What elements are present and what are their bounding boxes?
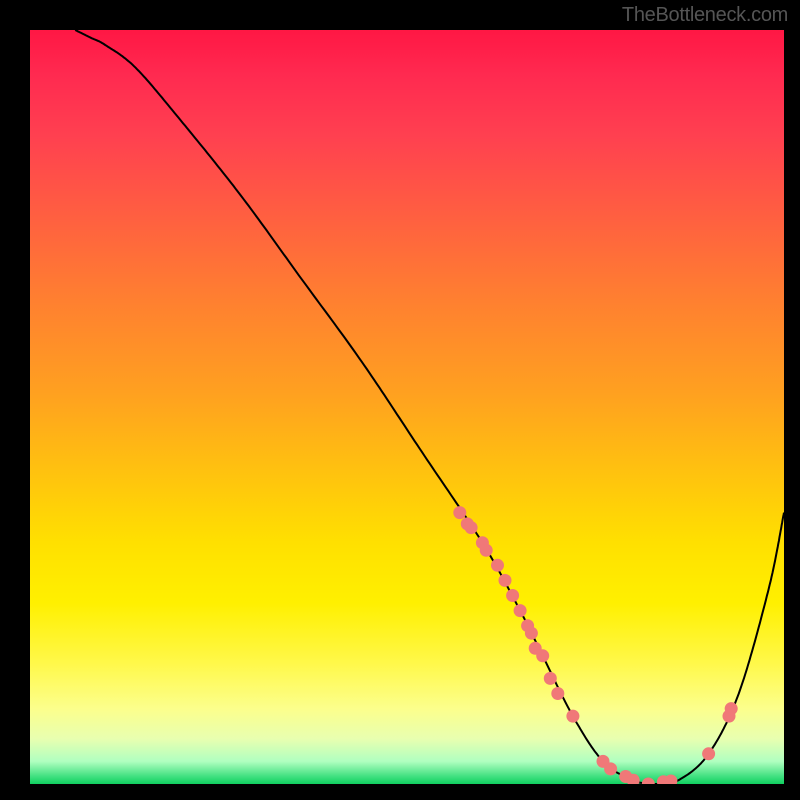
chart-plot-area: [30, 30, 784, 784]
watermark-text: TheBottleneck.com: [622, 4, 788, 27]
scatter-dot: [604, 762, 617, 775]
bottleneck-curve-line: [75, 30, 784, 784]
scatter-dot: [544, 672, 557, 685]
scatter-dot: [465, 521, 478, 534]
scatter-dot: [480, 544, 493, 557]
scatter-dot: [525, 627, 538, 640]
scatter-dot: [536, 649, 549, 662]
scatter-dot: [499, 574, 512, 587]
scatter-dot: [491, 559, 504, 572]
scatter-dot: [723, 710, 736, 723]
frame-left: [0, 0, 30, 800]
scatter-dot: [642, 778, 655, 785]
chart-svg: [30, 30, 784, 784]
scatter-dot: [514, 604, 527, 617]
scatter-dot: [566, 710, 579, 723]
scatter-dots-group: [453, 506, 737, 784]
scatter-dot: [551, 687, 564, 700]
scatter-dot: [702, 747, 715, 760]
scatter-dot: [453, 506, 466, 519]
scatter-dot: [506, 589, 519, 602]
